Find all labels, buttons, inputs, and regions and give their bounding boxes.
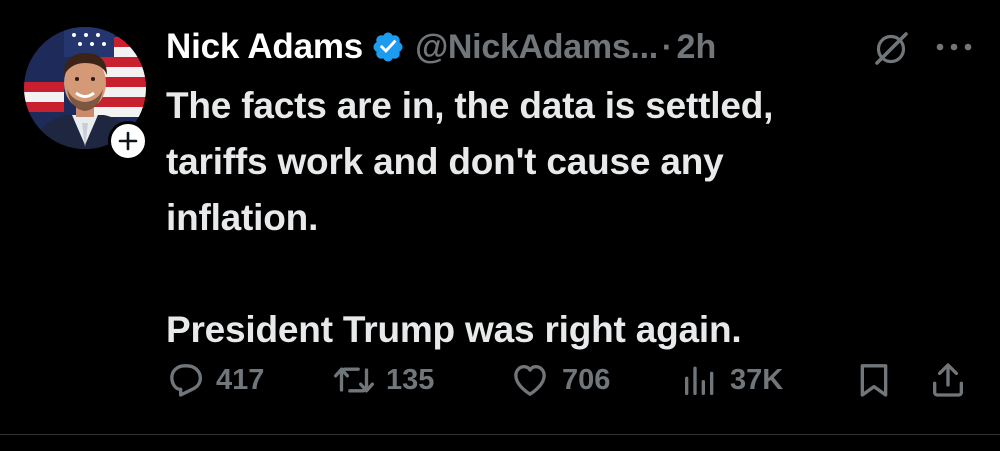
reply-icon [170, 364, 202, 397]
tweet-text-line: President Trump was right again. [166, 309, 742, 350]
repost-icon [333, 367, 374, 393]
tweet[interactable]: Nick Adams @NickAdams... · 2h The facts … [0, 0, 1000, 435]
bookmark-button[interactable] [854, 356, 894, 404]
plus-icon [118, 131, 138, 151]
timestamp[interactable]: 2h [677, 28, 717, 67]
views-icon [685, 366, 714, 395]
more-icon[interactable] [934, 40, 974, 54]
views-count: 37K [730, 363, 784, 396]
reply-count: 417 [216, 363, 265, 396]
tweet-text-line: The facts are in, the data is settled, [166, 85, 774, 126]
tweet-text: The facts are in, the data is settled, t… [166, 78, 926, 358]
views-button[interactable]: 37K [680, 356, 783, 404]
share-button[interactable] [928, 356, 968, 404]
like-button[interactable]: 706 [508, 356, 610, 404]
heart-icon [514, 365, 546, 396]
tweet-divider [0, 434, 1000, 435]
tweet-text-line: inflation. [166, 197, 319, 238]
follow-button[interactable] [108, 121, 148, 161]
share-icon [933, 363, 963, 397]
verified-badge-icon [373, 32, 403, 62]
reply-button[interactable]: 417 [166, 356, 264, 404]
tweet-text-line: tariffs work and don't cause any [166, 141, 724, 182]
bookmark-icon [860, 364, 888, 397]
repost-button[interactable]: 135 [332, 356, 434, 404]
tweet-header: Nick Adams @NickAdams... · 2h [166, 24, 716, 70]
display-name[interactable]: Nick Adams [166, 27, 363, 67]
user-handle[interactable]: @NickAdams... [415, 28, 658, 67]
avatar-container [24, 27, 148, 161]
like-count: 706 [562, 363, 611, 396]
separator-dot: · [661, 28, 673, 65]
action-bar: 417 135 706 37K [166, 356, 976, 404]
grok-icon[interactable] [872, 30, 910, 68]
repost-count: 135 [386, 363, 435, 396]
